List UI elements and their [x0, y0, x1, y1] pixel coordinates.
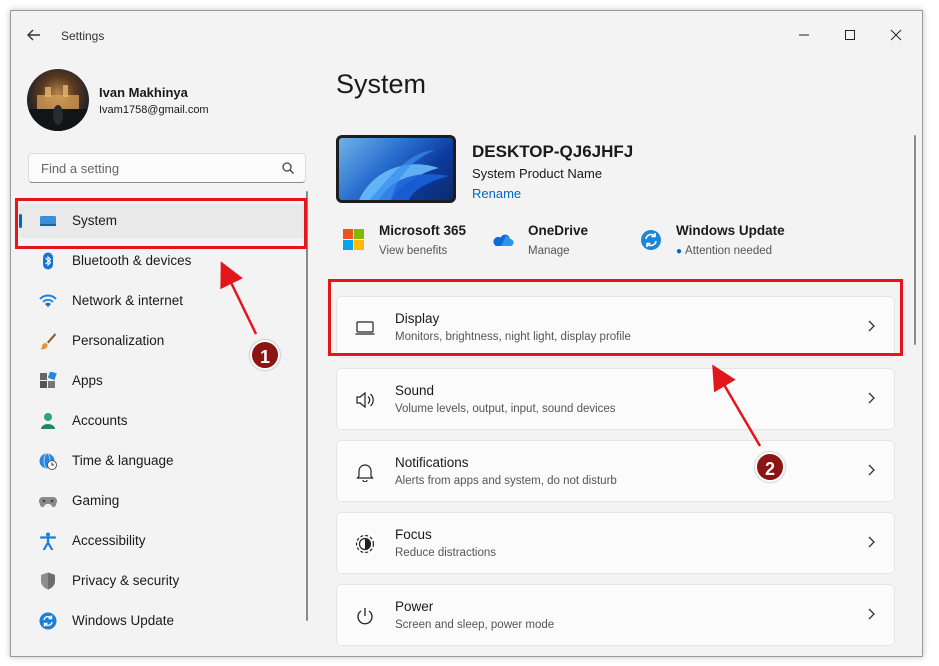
step-badge-1: 1: [250, 340, 280, 370]
arrow-to-system: [220, 261, 258, 335]
annotation-arrows: [220, 261, 762, 447]
step-badge-2: 2: [755, 452, 785, 482]
arrow-to-display: [712, 364, 762, 447]
